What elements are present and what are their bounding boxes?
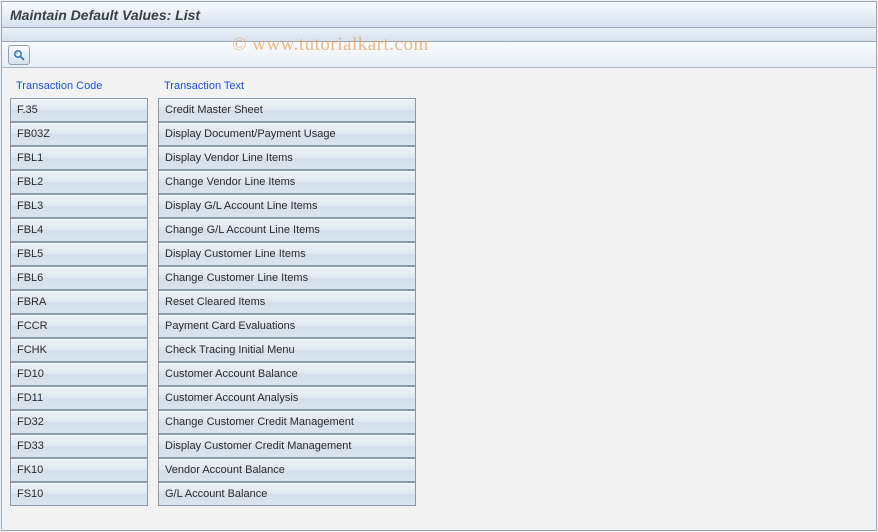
cell-transaction-text[interactable]: Display Document/Payment Usage <box>158 122 416 146</box>
cell-transaction-code[interactable]: F.35 <box>10 98 148 122</box>
column-header-text[interactable]: Transaction Text <box>158 76 416 98</box>
subtitle-bar <box>2 28 876 42</box>
cell-transaction-code[interactable]: FB03Z <box>10 122 148 146</box>
app-frame: Maintain Default Values: List © www.tuto… <box>1 1 877 531</box>
table-row[interactable]: F.35 Credit Master Sheet <box>10 98 416 122</box>
cell-transaction-text[interactable]: Credit Master Sheet <box>158 98 416 122</box>
cell-transaction-code[interactable]: FBL5 <box>10 242 148 266</box>
cell-transaction-code[interactable]: FD10 <box>10 362 148 386</box>
content-area: Transaction Code Transaction Text F.35 Cr… <box>2 68 876 506</box>
cell-transaction-code[interactable]: FS10 <box>10 482 148 506</box>
cell-transaction-text[interactable]: Change Customer Line Items <box>158 266 416 290</box>
toolbar <box>2 42 876 68</box>
choose-button[interactable] <box>8 45 30 65</box>
cell-transaction-text[interactable]: Reset Cleared Items <box>158 290 416 314</box>
cell-transaction-code[interactable]: FD33 <box>10 434 148 458</box>
cell-transaction-code[interactable]: FBRA <box>10 290 148 314</box>
cell-transaction-code[interactable]: FBL1 <box>10 146 148 170</box>
table-row[interactable]: FBL1 Display Vendor Line Items <box>10 146 416 170</box>
table-row[interactable]: FBRA Reset Cleared Items <box>10 290 416 314</box>
cell-transaction-text[interactable]: Payment Card Evaluations <box>158 314 416 338</box>
cell-transaction-text[interactable]: Customer Account Balance <box>158 362 416 386</box>
cell-transaction-code[interactable]: FD32 <box>10 410 148 434</box>
table-row[interactable]: FD11 Customer Account Analysis <box>10 386 416 410</box>
table-row[interactable]: FBL6 Change Customer Line Items <box>10 266 416 290</box>
cell-transaction-text[interactable]: Vendor Account Balance <box>158 458 416 482</box>
table-row[interactable]: FBL3 Display G/L Account Line Items <box>10 194 416 218</box>
table-row[interactable]: FBL4 Change G/L Account Line Items <box>10 218 416 242</box>
cell-transaction-text[interactable]: Check Tracing Initial Menu <box>158 338 416 362</box>
cell-transaction-text[interactable]: G/L Account Balance <box>158 482 416 506</box>
table-row[interactable]: FD32 Change Customer Credit Management <box>10 410 416 434</box>
table-row[interactable]: FS10 G/L Account Balance <box>10 482 416 506</box>
table-row[interactable]: FD33 Display Customer Credit Management <box>10 434 416 458</box>
cell-transaction-text[interactable]: Display Customer Credit Management <box>158 434 416 458</box>
table-row[interactable]: FD10 Customer Account Balance <box>10 362 416 386</box>
cell-transaction-code[interactable]: FK10 <box>10 458 148 482</box>
table-row[interactable]: FCCR Payment Card Evaluations <box>10 314 416 338</box>
cell-transaction-text[interactable]: Change G/L Account Line Items <box>158 218 416 242</box>
cell-transaction-text[interactable]: Display Vendor Line Items <box>158 146 416 170</box>
cell-transaction-text[interactable]: Customer Account Analysis <box>158 386 416 410</box>
magnifier-icon <box>12 48 26 62</box>
table-row[interactable]: FK10 Vendor Account Balance <box>10 458 416 482</box>
cell-transaction-code[interactable]: FBL6 <box>10 266 148 290</box>
cell-transaction-code[interactable]: FD11 <box>10 386 148 410</box>
cell-transaction-text[interactable]: Change Vendor Line Items <box>158 170 416 194</box>
transaction-table: Transaction Code Transaction Text F.35 Cr… <box>10 76 416 506</box>
table-row[interactable]: FBL5 Display Customer Line Items <box>10 242 416 266</box>
page-title: Maintain Default Values: List <box>10 7 200 23</box>
cell-transaction-code[interactable]: FCCR <box>10 314 148 338</box>
column-header-code[interactable]: Transaction Code <box>10 76 148 98</box>
cell-transaction-code[interactable]: FBL4 <box>10 218 148 242</box>
titlebar: Maintain Default Values: List <box>2 2 876 28</box>
cell-transaction-code[interactable]: FBL3 <box>10 194 148 218</box>
cell-transaction-code[interactable]: FCHK <box>10 338 148 362</box>
cell-transaction-text[interactable]: Display G/L Account Line Items <box>158 194 416 218</box>
table-row[interactable]: FCHK Check Tracing Initial Menu <box>10 338 416 362</box>
cell-transaction-code[interactable]: FBL2 <box>10 170 148 194</box>
table-row[interactable]: FB03Z Display Document/Payment Usage <box>10 122 416 146</box>
table-row[interactable]: FBL2 Change Vendor Line Items <box>10 170 416 194</box>
cell-transaction-text[interactable]: Display Customer Line Items <box>158 242 416 266</box>
cell-transaction-text[interactable]: Change Customer Credit Management <box>158 410 416 434</box>
